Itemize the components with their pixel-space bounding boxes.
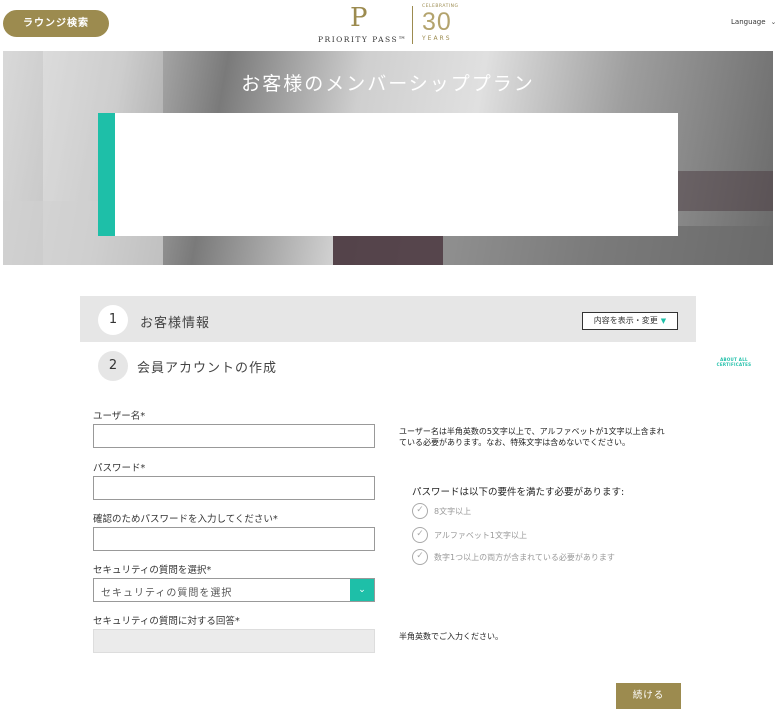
show-edit-details-button[interactable]: 内容を表示・変更 ▼ [582,312,678,330]
about-certificates-link[interactable]: ABOUT ALL CERTIFICATES [714,357,754,367]
chevron-down-icon: ⌄ [770,18,776,26]
step-label: お客様情報 [140,316,211,331]
username-hint-line: ている必要があります。なお、特殊文字は含めないでください。 [399,438,630,447]
step-label: 会員アカウントの作成 [137,361,278,376]
password-input[interactable] [93,476,375,500]
check-circle-icon: ✓ [412,503,428,519]
security-question-selected: セキュリティの質問を選択 [101,588,233,599]
logo-mark: P [350,3,368,33]
language-label: Language [731,18,766,26]
password-requirements-title: パスワードは以下の要件を満たす必要があります: [412,487,625,498]
security-question-label: セキュリティの質問を選択* [93,562,211,576]
password-requirement-text: アルファベット1文字以上 [434,531,528,540]
password-label: パスワード* [93,460,145,474]
step-number: 2 [98,351,128,381]
confirm-password-label: 確認のためパスワードを入力してください* [93,511,278,525]
username-label: ユーザー名* [93,408,145,422]
required-mark: * [206,565,212,576]
password-label-text: パスワード [93,463,141,474]
lounge-search-button[interactable]: ラウンジ検索 [3,10,109,37]
check-circle-icon: ✓ [412,527,428,543]
security-question-label-text: セキュリティの質問を選択 [93,565,207,576]
step-number: 1 [98,305,128,335]
language-selector[interactable]: Language ⌄ [731,18,776,26]
anniversary-number: 30 [422,8,452,36]
check-circle-icon: ✓ [412,549,428,565]
page-title: お客様のメンバーシッププラン [241,73,535,95]
continue-button[interactable]: 続ける [616,683,681,709]
required-mark: * [272,514,278,525]
membership-plan-card [98,113,678,236]
password-requirement-text: 数字1つ以上の両方が含まれている必要があります [434,553,615,562]
hero-banner: お客様のメンバーシッププラン [3,51,773,265]
required-mark: * [234,616,240,627]
site-header: ラウンジ検索 P PRIORITY PASS™ CELEBRATING 30 Y… [0,0,776,50]
anniversary-years: YEARS [422,35,452,42]
hero-background-chair [333,236,443,265]
confirm-password-label-text: 確認のためパスワードを入力してください [93,514,273,525]
username-hint: ユーザー名は半角英数の5文字以上で、アルファベットが1文字以上含まれ ている必要… [399,426,665,448]
logo-divider [412,6,413,44]
security-answer-label: セキュリティの質問に対する回答* [93,613,240,627]
username-hint-line: ユーザー名は半角英数の5文字以上で、アルファベットが1文字以上含まれ [399,427,665,436]
logo-name: PRIORITY PASS™ [318,35,408,44]
required-mark: * [140,463,146,474]
username-input[interactable] [93,424,375,448]
security-answer-hint: 半角英数でご入力ください。 [399,632,503,641]
priority-pass-logo[interactable]: P PRIORITY PASS™ CELEBRATING 30 YEARS [318,4,468,46]
triangle-down-icon: ▼ [660,317,667,325]
step-customer-info: 1 お客様情報 内容を表示・変更 ▼ [80,296,696,342]
required-mark: * [140,411,146,422]
chevron-down-icon[interactable]: ⌄ [350,579,374,601]
confirm-password-input[interactable] [93,527,375,551]
security-question-select[interactable]: セキュリティの質問を選択 ⌄ [93,578,375,602]
hero-background-seat [678,171,773,211]
password-requirement-text: 8文字以上 [434,507,472,516]
anniversary-badge: CELEBRATING 30 YEARS [422,4,462,43]
security-answer-input[interactable] [93,629,375,653]
security-answer-label-text: セキュリティの質問に対する回答 [93,616,235,627]
username-label-text: ユーザー名 [93,411,141,422]
show-edit-details-label: 内容を表示・変更 [593,316,658,325]
